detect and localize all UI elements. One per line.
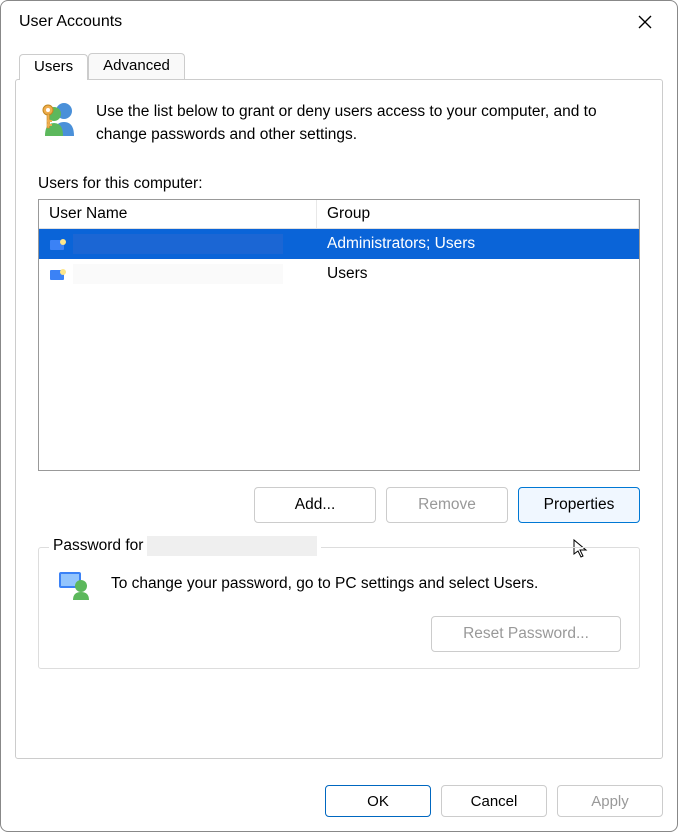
user-row[interactable]: Administrators; Users	[39, 229, 639, 259]
tab-content-users: Use the list below to grant or deny user…	[15, 79, 663, 759]
close-button[interactable]	[627, 8, 663, 36]
password-username-redacted	[147, 536, 317, 556]
apply-button[interactable]: Apply	[557, 785, 663, 817]
titlebar: User Accounts	[1, 1, 677, 43]
window-title: User Accounts	[19, 13, 627, 31]
users-list-label: Users for this computer:	[38, 175, 640, 193]
password-legend-prefix: Password for	[53, 537, 143, 555]
ok-button[interactable]: OK	[325, 785, 431, 817]
remove-button[interactable]: Remove	[386, 487, 508, 523]
password-user-icon	[57, 566, 93, 602]
intro-text: Use the list below to grant or deny user…	[96, 98, 640, 147]
username-redacted	[73, 264, 283, 284]
add-button[interactable]: Add...	[254, 487, 376, 523]
password-legend: Password for	[49, 536, 321, 556]
dialog-button-row: OK Cancel Apply	[1, 771, 677, 831]
list-header: User Name Group	[39, 200, 639, 229]
group-cell: Users	[317, 265, 639, 283]
close-icon	[638, 15, 652, 29]
user-icon	[49, 237, 67, 251]
user-accounts-dialog: User Accounts Users Advanced	[0, 0, 678, 832]
users-list[interactable]: User Name Group Administrators; Users	[38, 199, 640, 471]
cancel-button[interactable]: Cancel	[441, 785, 547, 817]
properties-button[interactable]: Properties	[518, 487, 640, 523]
users-key-icon	[38, 98, 78, 138]
password-instruction-text: To change your password, go to PC settin…	[111, 575, 538, 593]
tab-users[interactable]: Users	[19, 54, 88, 80]
username-redacted	[73, 234, 283, 254]
column-header-group[interactable]: Group	[317, 200, 639, 228]
user-icon	[49, 267, 67, 281]
intro-row: Use the list below to grant or deny user…	[38, 98, 640, 147]
tab-strip: Users Advanced	[19, 53, 663, 79]
column-header-username[interactable]: User Name	[39, 200, 317, 228]
reset-password-button[interactable]: Reset Password...	[431, 616, 621, 652]
tab-advanced[interactable]: Advanced	[88, 53, 185, 79]
password-section: Password for To change your password, go…	[38, 547, 640, 669]
user-row[interactable]: Users	[39, 259, 639, 289]
group-cell: Administrators; Users	[317, 235, 639, 253]
